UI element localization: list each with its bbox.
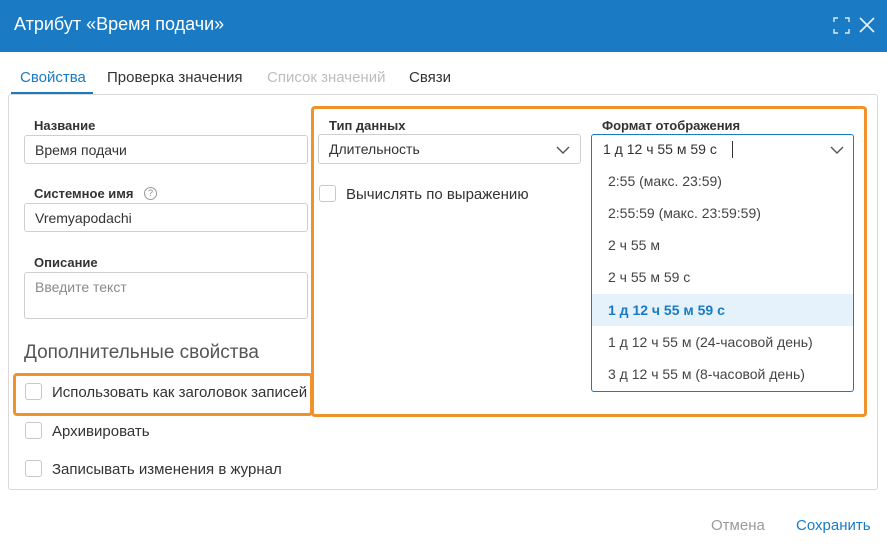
tab-value-list: Список значений — [267, 69, 386, 86]
format-option[interactable]: 2:55 (макс. 23:59) — [592, 165, 853, 197]
tab-relations[interactable]: Связи — [409, 69, 451, 86]
description-label: Описание — [34, 255, 98, 270]
use-as-record-title-label[interactable]: Использовать как заголовок записей — [52, 384, 307, 401]
display-format-select[interactable]: 1 д 12 ч 55 м 59 с — [591, 134, 854, 165]
dialog-title: Атрибут «Время подачи» — [14, 14, 225, 34]
text-caret — [732, 141, 733, 158]
compute-by-expression-label[interactable]: Вычислять по выражению — [346, 186, 529, 203]
name-label: Название — [34, 118, 96, 133]
data-type-label: Тип данных — [329, 118, 406, 133]
dialog-titlebar: Атрибут «Время подачи» — [0, 0, 887, 52]
format-option[interactable]: 1 д 12 ч 55 м (24-часовой день) — [592, 326, 853, 358]
format-option[interactable]: 2 ч 55 м 59 с — [592, 261, 853, 293]
compute-by-expression-checkbox[interactable] — [319, 185, 336, 202]
tab-properties[interactable]: Свойства — [20, 69, 86, 86]
data-type-select[interactable]: Длительность — [318, 134, 581, 164]
archive-checkbox[interactable] — [25, 422, 42, 439]
name-input[interactable]: Время подачи — [24, 135, 308, 164]
format-option[interactable]: 2 ч 55 м — [592, 229, 853, 261]
system-name-input[interactable]: Vremyapodachi — [24, 203, 308, 232]
tab-bar: Свойства Проверка значения Список значен… — [8, 62, 880, 95]
additional-properties-title: Дополнительные свойства — [24, 342, 259, 363]
save-button[interactable]: Сохранить — [796, 517, 871, 534]
format-option-selected[interactable]: 1 д 12 ч 55 м 59 с — [592, 294, 853, 326]
format-option[interactable]: 3 д 12 ч 55 м (8-часовой день) — [592, 358, 853, 390]
chevron-down-icon[interactable] — [556, 145, 570, 155]
cancel-button[interactable]: Отмена — [711, 517, 765, 534]
format-option[interactable]: 2:55:59 (макс. 23:59:59) — [592, 197, 853, 229]
expand-icon[interactable] — [833, 17, 850, 34]
archive-label[interactable]: Архивировать — [52, 423, 150, 440]
help-icon[interactable]: ? — [144, 187, 157, 200]
close-icon[interactable] — [859, 17, 875, 33]
display-format-dropdown: 2:55 (макс. 23:59) 2:55:59 (макс. 23:59:… — [591, 164, 854, 392]
system-name-label: Системное имя — [34, 186, 134, 201]
use-as-record-title-checkbox[interactable] — [25, 383, 42, 400]
display-format-label: Формат отображения — [602, 118, 741, 133]
chevron-down-icon[interactable] — [830, 145, 844, 155]
log-changes-checkbox[interactable] — [25, 460, 42, 477]
tab-value-validation[interactable]: Проверка значения — [107, 69, 242, 86]
log-changes-label[interactable]: Записывать изменения в журнал — [52, 461, 282, 478]
description-textarea[interactable]: Введите текст — [24, 272, 308, 319]
